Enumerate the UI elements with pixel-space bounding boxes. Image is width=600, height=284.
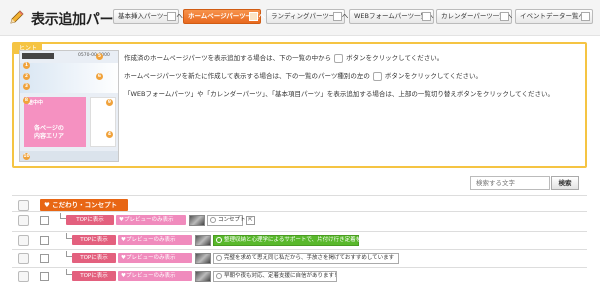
page-icon xyxy=(167,12,176,21)
calendar-icon xyxy=(500,12,509,21)
top-display-tag: TOPに表示 xyxy=(72,235,116,245)
tab-calendar-parts[interactable]: カレンダーパーツ一覧へ xyxy=(436,9,512,24)
row-checkbox[interactable] xyxy=(40,236,49,245)
tab-basic-parts[interactable]: 基本挿入パーツ一覧へ xyxy=(113,9,183,24)
flag-icon xyxy=(581,12,590,21)
search-button[interactable]: 検索 xyxy=(551,176,579,190)
thumbnail-banner xyxy=(20,63,118,93)
area-badge-1: 1 xyxy=(23,62,30,69)
top-display-tag: TOPに表示 xyxy=(72,253,116,263)
divider xyxy=(12,267,587,268)
add-display-icon xyxy=(334,53,344,63)
area-badge-10: 10 xyxy=(23,153,30,160)
tab-event-data[interactable]: イベントデーター覧へ xyxy=(515,9,593,24)
header-bar: 表示追加パーツ選 基本挿入パーツ一覧へ ホームページパーツ一覧へ ランディングパ… xyxy=(0,0,600,36)
row-title[interactable]: コンセプト xyxy=(207,215,246,226)
row-title[interactable]: 完璧を求めて思え同じ私だから、手放さを掲げておすすめしています xyxy=(213,253,399,264)
thumbnail-logo xyxy=(22,53,54,59)
edit-icon xyxy=(249,12,258,21)
area-badge-3: 3 xyxy=(23,83,30,90)
row-title[interactable]: 整理収納と心理学によるサポートで、片付け行き定着を xyxy=(213,235,361,246)
help-panel: ヒント 0570-00-0000 途中中 各ページの 内容エリア 1 2 3 5… xyxy=(12,42,587,168)
preview-only-tag: ♥プレビューのみ表示 xyxy=(118,253,192,263)
top-display-tag: TOPに表示 xyxy=(72,271,116,281)
top-display-tag: TOPに表示 xyxy=(66,215,114,225)
expand-icon[interactable]: ⇱ xyxy=(246,216,255,225)
text-icon xyxy=(216,255,222,261)
row-title[interactable]: 早朝や夜も対応、定着支援に自信があります！ xyxy=(213,271,340,282)
form-icon xyxy=(422,12,431,21)
layout-thumbnail: 0570-00-0000 途中中 各ページの 内容エリア 1 2 3 5 6 8… xyxy=(19,50,119,162)
new-part-icon xyxy=(372,71,382,81)
page-title: 表示追加パーツ選 xyxy=(31,12,113,28)
instruction-line-3: 「WEBフォームパーツ」や「カレンダーパーツ」、「基本項目パーツ」を表示追加する… xyxy=(124,90,554,98)
pencil-icon xyxy=(10,10,24,24)
thumbnail-tel: 0570-00-0000 xyxy=(78,53,110,58)
row-thumbnail xyxy=(189,215,205,226)
edit-icon xyxy=(333,12,342,21)
divider xyxy=(12,211,587,212)
new-part-icon[interactable] xyxy=(18,200,29,211)
text-icon xyxy=(216,237,222,243)
thumbnail-heading: 途中中 xyxy=(28,100,44,106)
row-thumbnail xyxy=(195,271,211,282)
row-thumbnail xyxy=(195,235,211,246)
area-badge-4: 4 xyxy=(106,131,113,138)
instruction-line-1: 作成済のホームページパーツを表示追加する場合は、下の一覧の中から ボタンをクリック… xyxy=(124,53,444,63)
preview-only-tag: ♥プレビューのみ表示 xyxy=(118,271,192,281)
thumbnail-content-label: 各ページの 内容エリア xyxy=(34,125,65,140)
preview-only-tag: ♥プレビューのみ表示 xyxy=(116,215,186,225)
row-checkbox[interactable] xyxy=(40,216,49,225)
row-checkbox[interactable] xyxy=(40,254,49,263)
thumbnail-footer xyxy=(20,151,118,161)
divider xyxy=(12,195,587,196)
preview-only-tag: ♥プレビューのみ表示 xyxy=(118,235,192,245)
display-add-icon[interactable] xyxy=(18,253,29,264)
instruction-line-2: ホームページパーツを新たに作成して表示する場合は、下の一覧のパーツ種別の左の ボタ… xyxy=(124,71,482,81)
display-add-icon[interactable] xyxy=(18,235,29,246)
row-checkbox[interactable] xyxy=(40,272,49,281)
row-thumbnail xyxy=(195,253,211,264)
area-badge-5: 5 xyxy=(96,53,103,60)
area-badge-8: 8 xyxy=(23,97,30,104)
text-icon xyxy=(210,217,216,223)
search-input[interactable] xyxy=(470,176,550,190)
area-badge-6: 6 xyxy=(96,73,103,80)
divider xyxy=(12,249,587,250)
tab-homepage-parts[interactable]: ホームページパーツ一覧へ xyxy=(183,9,265,24)
tab-webform-parts[interactable]: WEBフォームパーツ一覧へ xyxy=(349,9,434,24)
divider xyxy=(12,231,587,232)
tab-landing-parts[interactable]: ランディングパーツ一覧へ xyxy=(266,9,348,24)
section-heading: ♥ こだわり・コンセプト xyxy=(40,199,128,211)
area-badge-9: 9 xyxy=(106,99,113,106)
display-add-icon[interactable] xyxy=(18,215,29,226)
area-badge-2: 2 xyxy=(23,73,30,80)
text-icon xyxy=(216,273,222,279)
display-add-icon[interactable] xyxy=(18,271,29,282)
